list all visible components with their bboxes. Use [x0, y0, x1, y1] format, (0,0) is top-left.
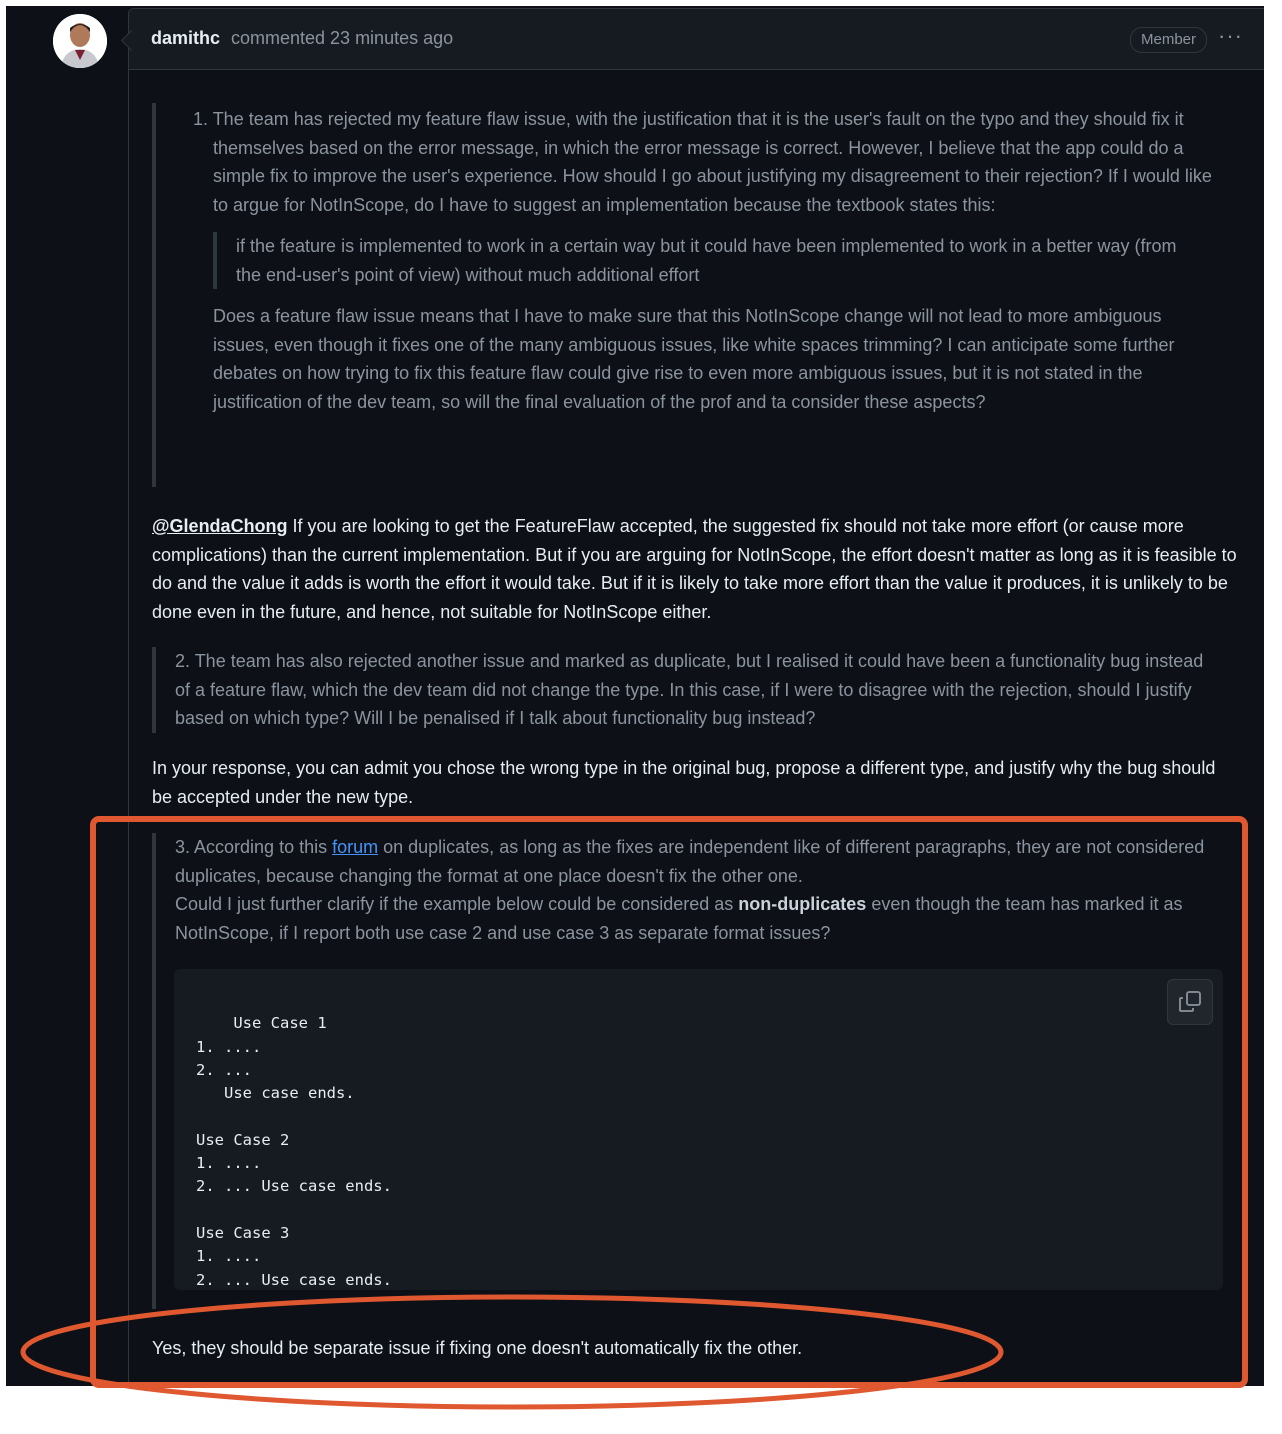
kebab-horizontal-icon[interactable]: ···	[1218, 23, 1243, 49]
nested-quote: if the feature is implemented to work in…	[213, 232, 1201, 289]
user-mention[interactable]: @GlendaChong	[152, 516, 288, 536]
copy-icon	[1179, 991, 1201, 1012]
quote-1-followup: Does a feature flaw issue means that I h…	[213, 306, 1175, 412]
quote-1: 1. The team has rejected my feature flaw…	[152, 103, 1231, 487]
quote-2: 2. The team has also rejected another is…	[152, 647, 1215, 733]
reply-3-text: Yes, they should be separate issue if fi…	[152, 1338, 803, 1358]
code-block-text: Use Case 1 1. .... 2. ... Use case ends.…	[196, 1014, 392, 1289]
author-link[interactable]: damithc	[151, 28, 220, 49]
member-badge: Member	[1129, 27, 1207, 53]
reply-1: @GlendaChong If you are looking to get t…	[152, 512, 1247, 626]
quote-3-text-a: 3. According to this	[175, 837, 333, 857]
comment-timestamp[interactable]: commented 23 minutes ago	[231, 28, 453, 49]
code-block[interactable]: Use Case 1 1. .... 2. ... Use case ends.…	[174, 969, 1223, 1290]
copy-button[interactable]	[1167, 979, 1213, 1025]
quote-2-text: 2. The team has also rejected another is…	[175, 651, 1204, 728]
reply-2-text: In your response, you can admit you chos…	[152, 758, 1216, 807]
avatar[interactable]	[53, 14, 107, 68]
nested-quote-text: if the feature is implemented to work in…	[236, 236, 1177, 285]
quote-3-text-c: Could I just further clarify if the exam…	[175, 894, 739, 914]
forum-link[interactable]: forum	[332, 837, 378, 857]
reply-2: In your response, you can admit you chos…	[152, 754, 1232, 811]
screen: damithc commented 23 minutes ago Member …	[6, 6, 1264, 1386]
reply-3: Yes, they should be separate issue if fi…	[152, 1334, 1232, 1363]
quote-3-bold: non-duplicates	[738, 894, 867, 914]
reply-1-text: If you are looking to get the FeatureFla…	[152, 516, 1237, 622]
comment-header: damithc commented 23 minutes ago Member …	[129, 9, 1264, 70]
quote-1-text: 1. The team has rejected my feature flaw…	[193, 109, 1212, 215]
